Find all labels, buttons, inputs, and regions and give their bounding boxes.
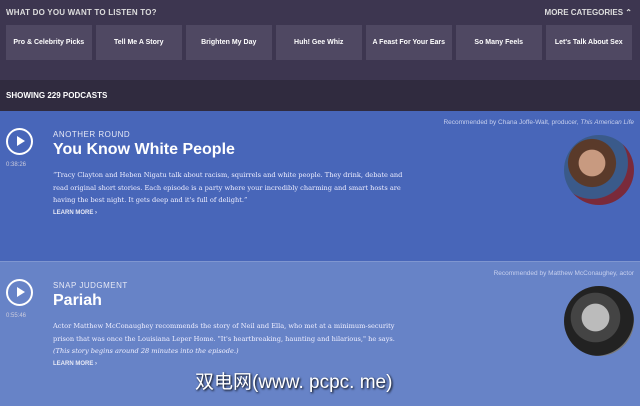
learn-more-link[interactable]: LEARN MORE › — [53, 210, 97, 216]
episode-description: Actor Matthew McConaughey recommends the… — [53, 320, 413, 358]
play-icon[interactable] — [6, 279, 33, 306]
learn-more-label: LEARN MORE — [53, 210, 94, 216]
recommender-avatar — [564, 135, 634, 205]
description-note: (This story begins around 28 minutes int… — [53, 347, 239, 355]
recommended-by: Recommended by Matthew McConaughey, acto… — [494, 270, 634, 277]
episode-title: Pariah — [53, 292, 102, 309]
recommender-avatar — [564, 286, 634, 356]
episode-title: You Know White People — [53, 141, 235, 158]
chevron-up-icon: ⌃ — [625, 8, 632, 17]
category-panel: WHAT DO YOU WANT TO LISTEN TO? MORE CATE… — [0, 0, 640, 80]
more-categories-label: MORE CATEGORIES — [544, 8, 624, 17]
recommender: Recommended by Matthew McConaughey, acto… — [493, 270, 634, 277]
results-count: SHOWING 229 PODCASTS — [0, 80, 640, 111]
episode-description: “Tracy Clayton and Heben Nigatu talk abo… — [53, 169, 413, 207]
recommender: Recommended by Chana Joffe-Walt, produce… — [443, 119, 581, 126]
show-name: SNAP JUDGMENT — [53, 281, 128, 290]
description-text: Actor Matthew McConaughey recommends the… — [53, 322, 395, 343]
play-icon[interactable] — [6, 128, 33, 155]
description-text: “Tracy Clayton and Heben Nigatu talk abo… — [53, 171, 403, 204]
learn-more-label: LEARN MORE — [53, 361, 94, 367]
category-list: Pro & Celebrity Picks Tell Me A Story Br… — [6, 25, 632, 60]
duration: 0:38:26 — [6, 162, 27, 168]
category-lets-talk-about-sex[interactable]: Let's Talk About Sex — [546, 25, 632, 60]
category-heading: WHAT DO YOU WANT TO LISTEN TO? — [6, 8, 157, 17]
category-tell-me-a-story[interactable]: Tell Me A Story — [96, 25, 182, 60]
category-feast-for-your-ears[interactable]: A Feast For Your Ears — [366, 25, 452, 60]
category-huh-gee-whiz[interactable]: Huh! Gee Whiz — [276, 25, 362, 60]
more-categories-button[interactable]: MORE CATEGORIES ⌃ — [545, 8, 632, 17]
show-name: ANOTHER ROUND — [53, 130, 131, 139]
category-so-many-feels[interactable]: So Many Feels — [456, 25, 542, 60]
category-pro-celebrity-picks[interactable]: Pro & Celebrity Picks — [6, 25, 92, 60]
category-brighten-my-day[interactable]: Brighten My Day — [186, 25, 272, 60]
recommender-publication: This American Life — [580, 119, 634, 126]
podcast-card: 0:38:26 ANOTHER ROUND You Know White Peo… — [0, 111, 640, 261]
learn-more-link[interactable]: LEARN MORE › — [53, 361, 97, 367]
podcast-card: 0:55:46 SNAP JUDGMENT Pariah Actor Matth… — [0, 261, 640, 406]
recommended-by: Recommended by Chana Joffe-Walt, produce… — [443, 119, 634, 126]
duration: 0:55:46 — [6, 313, 27, 319]
